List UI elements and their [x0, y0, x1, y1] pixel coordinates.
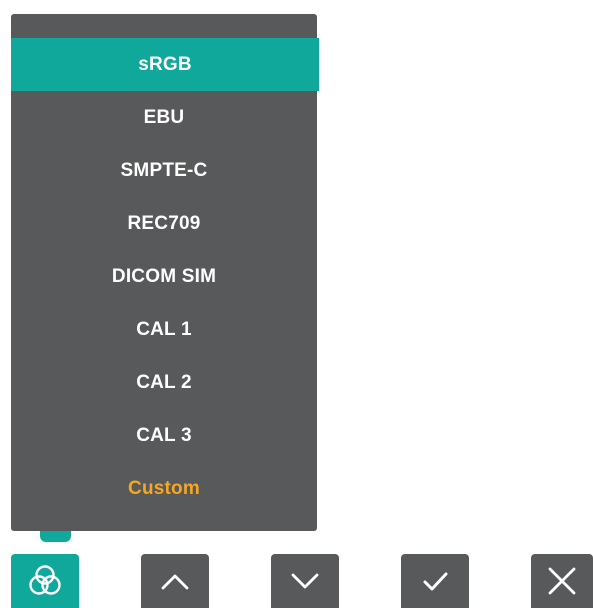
menu-item-smpte-c[interactable]: SMPTE-C	[11, 144, 317, 197]
menu-item-ebu[interactable]: EBU	[11, 91, 317, 144]
checkmark-icon	[418, 564, 452, 598]
down-button[interactable]	[271, 554, 339, 608]
osd-screen: sRGB EBU SMPTE-C REC709 DICOM SIM CAL 1 …	[0, 0, 593, 608]
color-mode-button[interactable]	[11, 554, 79, 608]
menu-item-srgb[interactable]: sRGB	[11, 38, 319, 91]
color-space-list: sRGB EBU SMPTE-C REC709 DICOM SIM CAL 1 …	[11, 38, 319, 515]
chevron-up-icon	[158, 564, 192, 598]
color-mode-icon	[25, 561, 65, 601]
menu-item-cal-3[interactable]: CAL 3	[11, 409, 317, 462]
menu-item-cal-1[interactable]: CAL 1	[11, 303, 317, 356]
menu-item-rec709[interactable]: REC709	[11, 197, 317, 250]
chevron-down-icon	[288, 564, 322, 598]
menu-item-custom[interactable]: Custom	[11, 462, 317, 515]
up-button[interactable]	[141, 554, 209, 608]
close-button[interactable]	[531, 554, 593, 608]
confirm-button[interactable]	[401, 554, 469, 608]
close-icon	[545, 564, 579, 598]
color-space-menu: sRGB EBU SMPTE-C REC709 DICOM SIM CAL 1 …	[11, 14, 319, 531]
menu-pointer	[40, 531, 71, 542]
menu-item-cal-2[interactable]: CAL 2	[11, 356, 317, 409]
menu-item-dicom-sim[interactable]: DICOM SIM	[11, 250, 317, 303]
